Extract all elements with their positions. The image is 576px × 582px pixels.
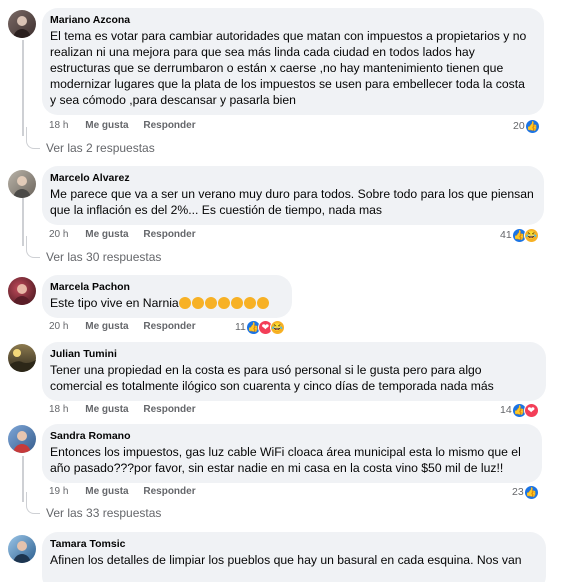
- comment-text: Afinen los detalles de limpiar los puebl…: [50, 553, 522, 567]
- thread-line: [22, 456, 24, 502]
- comment-bubble: Tamara Tomsic Afinen los detalles de lim…: [42, 532, 546, 582]
- view-replies-link[interactable]: Ver las 2 respuestas: [26, 127, 155, 156]
- reaction-summary[interactable]: 41 👍 😂: [500, 226, 539, 244]
- reaction-summary[interactable]: 20 👍: [513, 117, 540, 135]
- comment-bubble: Marcelo Alvarez Me parece que va a ser u…: [42, 166, 544, 225]
- like-icon: 👍: [523, 484, 539, 500]
- laughing-emoji-icon: [204, 297, 217, 309]
- reaction-count: 20: [513, 120, 525, 132]
- comment-time[interactable]: 19 h: [49, 485, 68, 499]
- comment-text-body: Este tipo vive en Narnia: [50, 296, 179, 310]
- comment-author[interactable]: Julian Tumini: [50, 348, 536, 361]
- like-button[interactable]: Me gusta: [85, 485, 128, 499]
- like-button[interactable]: Me gusta: [85, 320, 128, 334]
- comment-actions: 20 h Me gusta Responder: [49, 228, 208, 242]
- reaction-summary[interactable]: 14 👍 ❤: [500, 401, 539, 419]
- reply-connector: [26, 236, 40, 258]
- comment-time[interactable]: 18 h: [49, 403, 68, 417]
- like-icon: 👍: [524, 118, 540, 134]
- comment-bubble: Mariano Azcona El tema es votar para cam…: [42, 8, 544, 115]
- thread-line: [22, 198, 24, 246]
- avatar[interactable]: [8, 277, 36, 305]
- reply-button[interactable]: Responder: [143, 228, 195, 242]
- reply-button[interactable]: Responder: [143, 403, 195, 417]
- comment-actions: 19 h Me gusta Responder: [49, 485, 208, 499]
- comment-bubble: Marcela Pachon Este tipo vive en Narnia: [42, 275, 292, 318]
- reaction-count: 11: [235, 321, 246, 333]
- comment-author[interactable]: Tamara Tomsic: [50, 538, 536, 551]
- comment-time[interactable]: 20 h: [49, 228, 68, 242]
- emoji-row: [178, 296, 270, 310]
- reaction-count: 14: [500, 404, 512, 416]
- comment-bubble: Julian Tumini Tener una propiedad en la …: [42, 342, 546, 401]
- reaction-summary[interactable]: 11 👍 ❤ 😂: [235, 318, 285, 336]
- like-button[interactable]: Me gusta: [85, 403, 128, 417]
- reply-connector: [26, 127, 40, 149]
- laughing-emoji-icon: [178, 297, 191, 309]
- comment-actions: 18 h Me gusta Responder: [49, 119, 208, 133]
- comment-text: Me parece que va a ser un verano muy dur…: [50, 187, 534, 217]
- laughing-emoji-icon: [230, 297, 243, 309]
- view-replies-label: Ver las 30 respuestas: [46, 250, 162, 264]
- haha-icon: 😂: [523, 227, 539, 243]
- comment-author[interactable]: Marcela Pachon: [50, 281, 282, 294]
- avatar[interactable]: [8, 535, 36, 563]
- laughing-emoji-icon: [243, 297, 256, 309]
- avatar[interactable]: [8, 344, 36, 372]
- haha-icon: 😂: [269, 319, 285, 335]
- comment-text: Entonces los impuestos, gas luz cable Wi…: [50, 445, 521, 475]
- reaction-summary[interactable]: 23 👍: [512, 483, 539, 501]
- comment-time[interactable]: 20 h: [49, 320, 68, 334]
- comment-actions: 18 h Me gusta Responder: [49, 403, 208, 417]
- laughing-emoji-icon: [191, 297, 204, 309]
- view-replies-link[interactable]: Ver las 33 respuestas: [26, 492, 162, 521]
- view-replies-label: Ver las 33 respuestas: [46, 506, 162, 520]
- comment-author[interactable]: Sandra Romano: [50, 430, 532, 443]
- comment-time[interactable]: 18 h: [49, 119, 68, 133]
- comment-text: Tener una propiedad en la costa es para …: [50, 363, 494, 393]
- thread-line: [22, 40, 24, 136]
- reply-connector: [26, 492, 40, 514]
- avatar[interactable]: [8, 170, 36, 198]
- comment-author[interactable]: Mariano Azcona: [50, 14, 534, 27]
- laughing-emoji-icon: [217, 297, 230, 309]
- reaction-count: 23: [512, 486, 524, 498]
- view-replies-label: Ver las 2 respuestas: [46, 141, 155, 155]
- avatar[interactable]: [8, 425, 36, 453]
- like-button[interactable]: Me gusta: [85, 228, 128, 242]
- like-button[interactable]: Me gusta: [85, 119, 128, 133]
- comment-actions: 20 h Me gusta Responder: [49, 320, 208, 334]
- reply-button[interactable]: Responder: [143, 119, 195, 133]
- comment-text: El tema es votar para cambiar autoridade…: [50, 29, 527, 107]
- view-replies-link[interactable]: Ver las 30 respuestas: [26, 236, 162, 265]
- love-icon: ❤: [523, 402, 539, 418]
- avatar[interactable]: [8, 10, 36, 38]
- comment-text: Este tipo vive en Narnia: [50, 295, 282, 311]
- laughing-emoji-icon: [256, 297, 269, 309]
- reply-button[interactable]: Responder: [143, 485, 195, 499]
- reaction-count: 41: [500, 229, 512, 241]
- comment-bubble: Sandra Romano Entonces los impuestos, ga…: [42, 424, 542, 483]
- reply-button[interactable]: Responder: [143, 320, 195, 334]
- comment-author[interactable]: Marcelo Alvarez: [50, 172, 534, 185]
